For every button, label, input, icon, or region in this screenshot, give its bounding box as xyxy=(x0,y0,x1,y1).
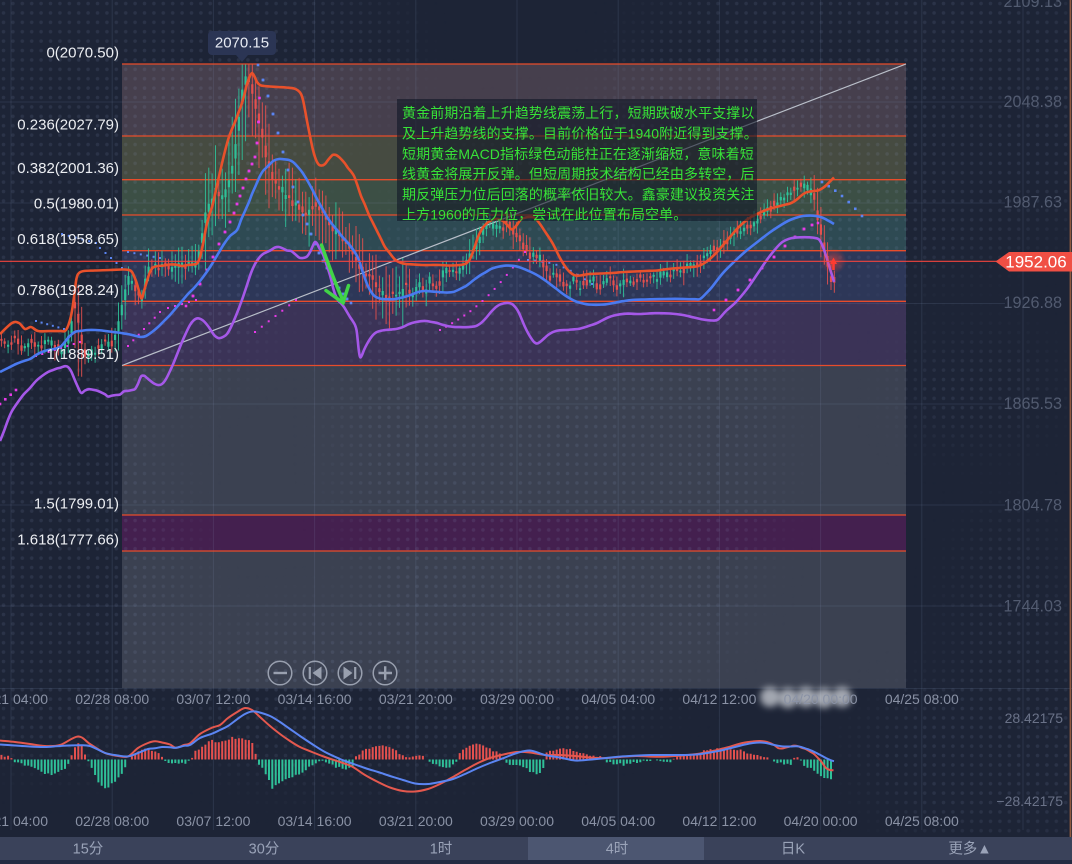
svg-text:04/25 08:00: 04/25 08:00 xyxy=(885,813,959,829)
svg-text:期反弹压力位后回落的概率依旧较大。鑫豪建议投资关注: 期反弹压力位后回落的概率依旧较大。鑫豪建议投资关注 xyxy=(402,186,755,202)
svg-text:02/21 04:00: 02/21 04:00 xyxy=(0,691,48,707)
svg-text:0.5(1980.01): 0.5(1980.01) xyxy=(34,196,119,213)
svg-text:1(1889.51): 1(1889.51) xyxy=(46,346,119,363)
svg-text:日K: 日K xyxy=(781,842,805,858)
svg-text:及上升趋势线的支撑。目前价格位于1940附近得到支撑。: 及上升趋势线的支撑。目前价格位于1940附近得到支撑。 xyxy=(402,126,758,142)
svg-text:03/21 20:00: 03/21 20:00 xyxy=(379,691,453,707)
svg-text:1804.78: 1804.78 xyxy=(1003,497,1062,515)
svg-text:1.618(1777.66): 1.618(1777.66) xyxy=(17,532,119,549)
svg-text:02/28 08:00: 02/28 08:00 xyxy=(75,691,149,707)
svg-text:1926.88: 1926.88 xyxy=(1003,294,1062,312)
svg-text:0(2070.50): 0(2070.50) xyxy=(46,45,119,62)
svg-text:04/12 12:00: 04/12 12:00 xyxy=(682,691,756,707)
svg-text:上方1960的压力位，尝试在此位置布局空单。: 上方1960的压力位，尝试在此位置布局空单。 xyxy=(402,207,687,223)
svg-text:03/14 16:00: 03/14 16:00 xyxy=(278,813,352,829)
svg-text:4时: 4时 xyxy=(606,841,629,858)
svg-text:04/20 00:00: 04/20 00:00 xyxy=(784,691,858,707)
svg-text:1时: 1时 xyxy=(430,841,453,858)
svg-text:2048.38: 2048.38 xyxy=(1003,93,1062,111)
svg-text:2109.13: 2109.13 xyxy=(1003,0,1062,11)
svg-text:03/07 12:00: 03/07 12:00 xyxy=(176,813,250,829)
svg-text:03/14 16:00: 03/14 16:00 xyxy=(278,691,352,707)
svg-text:线黄金将展开反弹。但短周期技术结构已经由多转空，后: 线黄金将展开反弹。但短周期技术结构已经由多转空，后 xyxy=(402,166,755,182)
svg-text:0.618(1958.65): 0.618(1958.65) xyxy=(17,231,119,248)
svg-text:03/07 12:00: 03/07 12:00 xyxy=(176,691,250,707)
svg-text:28.42175: 28.42175 xyxy=(1005,710,1064,726)
svg-text:黄金前期沿着上升趋势线震荡上行，短期跌破水平支撑以: 黄金前期沿着上升趋势线震荡上行，短期跌破水平支撑以 xyxy=(402,105,755,121)
svg-text:0.786(1928.24): 0.786(1928.24) xyxy=(17,282,119,299)
svg-text:2070.15: 2070.15 xyxy=(215,35,269,52)
svg-text:1.5(1799.01): 1.5(1799.01) xyxy=(34,496,119,513)
svg-text:1865.53: 1865.53 xyxy=(1003,395,1062,413)
svg-text:02/28 08:00: 02/28 08:00 xyxy=(75,813,149,829)
svg-text:02/21 04:00: 02/21 04:00 xyxy=(0,813,48,829)
svg-text:03/21 20:00: 03/21 20:00 xyxy=(379,813,453,829)
svg-text:04/05 04:00: 04/05 04:00 xyxy=(581,813,655,829)
svg-text:−28.42175: −28.42175 xyxy=(996,793,1063,809)
svg-text:1744.03: 1744.03 xyxy=(1003,598,1062,616)
svg-text:03/29 00:00: 03/29 00:00 xyxy=(480,813,554,829)
svg-text:短期黄金MACD指标绿色动能柱正在逐渐缩短，意味着短: 短期黄金MACD指标绿色动能柱正在逐渐缩短，意味着短 xyxy=(402,146,754,162)
svg-text:更多▲: 更多▲ xyxy=(948,841,991,858)
svg-text:0.382(2001.36): 0.382(2001.36) xyxy=(17,160,119,177)
svg-text:30分: 30分 xyxy=(249,841,280,858)
svg-text:03/29 00:00: 03/29 00:00 xyxy=(480,691,554,707)
svg-text:04/25 08:00: 04/25 08:00 xyxy=(885,691,959,707)
svg-text:15分: 15分 xyxy=(73,841,104,858)
svg-text:04/12 12:00: 04/12 12:00 xyxy=(682,813,756,829)
svg-text:04/05 04:00: 04/05 04:00 xyxy=(581,691,655,707)
svg-text:04/20 00:00: 04/20 00:00 xyxy=(784,813,858,829)
svg-text:0.236(2027.79): 0.236(2027.79) xyxy=(17,117,119,134)
svg-text:1987.63: 1987.63 xyxy=(1003,194,1062,212)
svg-text:1952.06: 1952.06 xyxy=(1005,253,1066,272)
